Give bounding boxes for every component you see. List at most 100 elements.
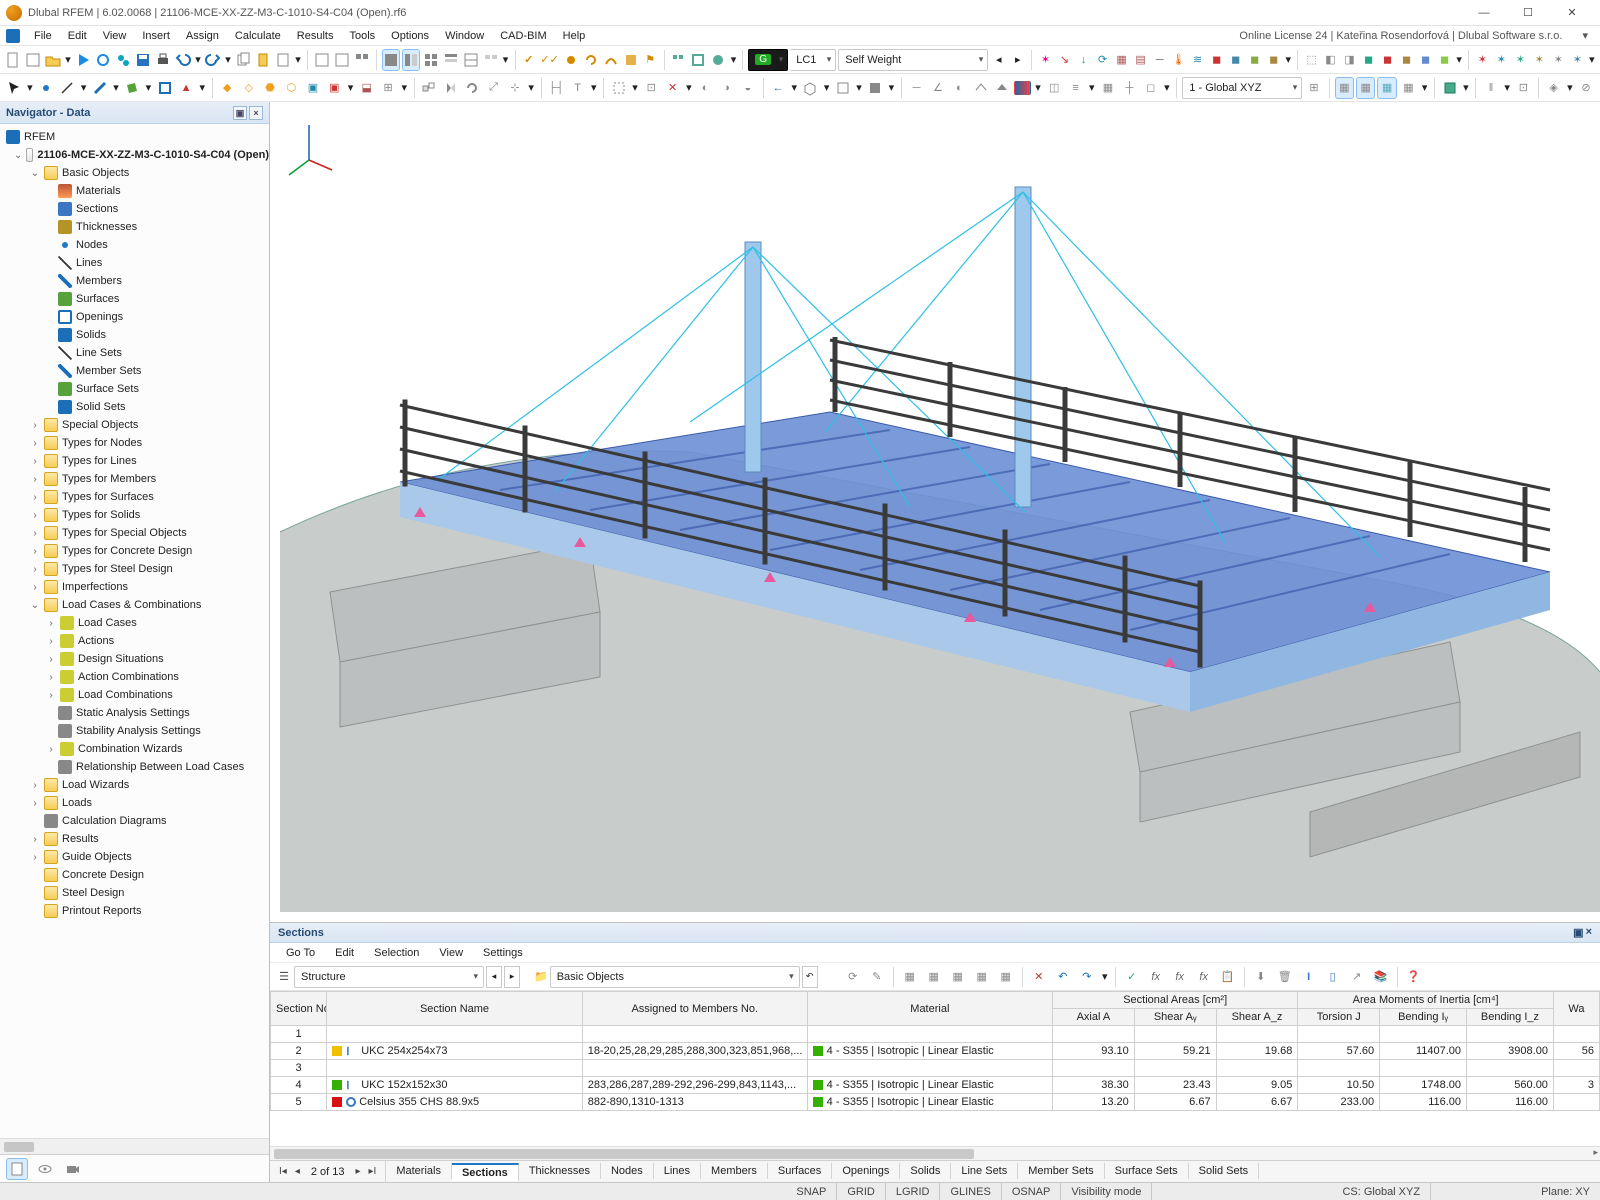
special-8-icon[interactable]: ⊞ bbox=[378, 77, 397, 99]
tree-file[interactable]: ⌄21106-MCE-XX-ZZ-M3-C-1010-S4-C04 (Open) bbox=[0, 146, 269, 164]
bt-help-icon[interactable]: ❓ bbox=[1403, 966, 1425, 988]
workplane3-icon[interactable]: ▦ bbox=[1377, 77, 1396, 99]
select-box-icon[interactable] bbox=[609, 77, 628, 99]
member-tool-icon[interactable] bbox=[90, 77, 109, 99]
tree-lc2[interactable]: ›Actions bbox=[0, 632, 269, 650]
tool-sq2-icon[interactable]: ◼ bbox=[1227, 49, 1244, 71]
bt-clip-icon[interactable]: 📋 bbox=[1217, 966, 1239, 988]
tab-member-sets[interactable]: Member Sets bbox=[1018, 1163, 1104, 1179]
gear-blue-icon[interactable] bbox=[94, 49, 112, 71]
col-name[interactable]: Section Name bbox=[327, 992, 583, 1026]
maximize-button[interactable]: ☐ bbox=[1506, 0, 1550, 26]
vis-drop-icon[interactable]: ▾ bbox=[1503, 77, 1512, 99]
member-drop-icon[interactable]: ▾ bbox=[112, 77, 121, 99]
tree-membersets[interactable]: Member Sets bbox=[0, 362, 269, 380]
menu-tools[interactable]: Tools bbox=[343, 28, 381, 44]
addon-grid3-icon[interactable] bbox=[709, 49, 727, 71]
bt-trash-icon[interactable]: 🗑 bbox=[1274, 966, 1296, 988]
cube-drop-icon[interactable]: ▾ bbox=[822, 77, 831, 99]
save-icon[interactable] bbox=[134, 49, 152, 71]
misc-tool-icon[interactable]: ⊡ bbox=[1514, 77, 1533, 99]
tree-types-surfaces[interactable]: ›Types for Surfaces bbox=[0, 488, 269, 506]
view-c3-icon[interactable]: ◼ bbox=[1398, 49, 1415, 71]
tree-steel[interactable]: Steel Design bbox=[0, 884, 269, 902]
page-prev-icon[interactable]: ◂ bbox=[292, 1166, 303, 1177]
col-A[interactable]: Axial A bbox=[1053, 1009, 1135, 1026]
line-tool-icon[interactable] bbox=[58, 77, 77, 99]
tab-sections[interactable]: Sections bbox=[452, 1163, 519, 1181]
tab-line-sets[interactable]: Line Sets bbox=[951, 1163, 1018, 1179]
tree-concrete[interactable]: Concrete Design bbox=[0, 866, 269, 884]
tree-thicknesses[interactable]: Thicknesses bbox=[0, 218, 269, 236]
bt-fx2-icon[interactable]: fх bbox=[1169, 966, 1191, 988]
grid-toggle-icon[interactable]: ▦ bbox=[1098, 77, 1117, 99]
cs-dropdown[interactable]: 1 - Global XYZ bbox=[1182, 77, 1302, 99]
minimize-button[interactable]: — bbox=[1462, 0, 1506, 26]
menu-help[interactable]: Help bbox=[557, 28, 592, 44]
print-icon[interactable] bbox=[154, 49, 172, 71]
table-row[interactable]: 3 bbox=[271, 1060, 1600, 1077]
col-J[interactable]: Torsion J bbox=[1298, 1009, 1380, 1026]
ortho-drop-icon[interactable]: ▾ bbox=[1162, 77, 1171, 99]
tab-thicknesses[interactable]: Thicknesses bbox=[519, 1163, 601, 1179]
crumb-prev-icon[interactable]: ◂ bbox=[486, 966, 502, 988]
surface-drop-icon[interactable]: ▾ bbox=[144, 77, 153, 99]
back-arrow-icon[interactable]: ← bbox=[768, 77, 787, 99]
wire-drop-icon[interactable]: ▾ bbox=[855, 77, 864, 99]
iso-drop-icon[interactable]: ▾ bbox=[1565, 77, 1574, 99]
redo-drop-icon[interactable]: ▾ bbox=[224, 49, 232, 71]
navigator-scrollbar[interactable] bbox=[0, 1138, 269, 1154]
panel-view-icon[interactable] bbox=[462, 49, 480, 71]
view-c2-icon[interactable]: ◼ bbox=[1379, 49, 1396, 71]
tool-sq4-icon[interactable]: ◼ bbox=[1265, 49, 1282, 71]
tool-star-icon[interactable]: ✶ bbox=[1037, 49, 1054, 71]
undo-icon[interactable] bbox=[174, 49, 192, 71]
table-row[interactable]: 4ⅠUKC 152x152x30283,286,287,289-292,296-… bbox=[271, 1077, 1600, 1094]
special-obj5-icon[interactable]: ▣ bbox=[303, 77, 322, 99]
tool-wind-icon[interactable]: ≋ bbox=[1189, 49, 1206, 71]
loadcase-type-dropdown[interactable]: G bbox=[748, 49, 788, 71]
bottom-close-icon[interactable]: × bbox=[1586, 926, 1592, 939]
panel-tile-icon[interactable] bbox=[482, 49, 500, 71]
new-file-icon[interactable] bbox=[4, 49, 22, 71]
tree-lc9[interactable]: Relationship Between Load Cases bbox=[0, 758, 269, 776]
layer-drop-icon[interactable]: ▾ bbox=[1087, 77, 1096, 99]
workplane4-icon[interactable]: ▦ bbox=[1399, 77, 1418, 99]
cursor-icon[interactable] bbox=[4, 77, 23, 99]
workplane2-icon[interactable]: ▦ bbox=[1356, 77, 1375, 99]
menu-results[interactable]: Results bbox=[291, 28, 340, 44]
modify-drop-icon[interactable]: ▾ bbox=[527, 77, 536, 99]
gears-icon[interactable] bbox=[114, 49, 132, 71]
tool-force-icon[interactable]: ↓ bbox=[1075, 49, 1092, 71]
axes3-icon[interactable]: ✶ bbox=[1512, 49, 1529, 71]
bp-menu-settings[interactable]: Settings bbox=[475, 946, 531, 960]
snap-iso1-icon[interactable] bbox=[971, 77, 990, 99]
tree-solidsets[interactable]: Solid Sets bbox=[0, 398, 269, 416]
divide-icon[interactable]: ⊹ bbox=[505, 77, 524, 99]
bt-fx-icon[interactable]: fx bbox=[1145, 966, 1167, 988]
tree-surfacesets[interactable]: Surface Sets bbox=[0, 380, 269, 398]
axes6-icon[interactable]: ✶ bbox=[1569, 49, 1586, 71]
tree-basic-objects[interactable]: ⌄Basic Objects bbox=[0, 164, 269, 182]
navigator-close-icon[interactable]: × bbox=[249, 106, 263, 120]
tree-types-special[interactable]: ›Types for Special Objects bbox=[0, 524, 269, 542]
nav-tab-eye-icon[interactable] bbox=[34, 1158, 56, 1180]
back-drop-icon[interactable]: ▾ bbox=[790, 77, 799, 99]
cube-view-icon[interactable] bbox=[801, 77, 820, 99]
special-obj3-icon[interactable]: ⬣ bbox=[260, 77, 279, 99]
col-Iy[interactable]: Bending Iᵧ bbox=[1380, 1009, 1467, 1026]
status-osnap[interactable]: OSNAP bbox=[1002, 1183, 1062, 1200]
node-tool-icon[interactable] bbox=[36, 77, 55, 99]
close-button[interactable]: ✕ bbox=[1550, 0, 1594, 26]
menu-calculate[interactable]: Calculate bbox=[229, 28, 287, 44]
bt-del-icon[interactable]: ✕ bbox=[1028, 966, 1050, 988]
view-geo-icon[interactable]: ⬚ bbox=[1303, 49, 1320, 71]
tree-lc6[interactable]: Static Analysis Settings bbox=[0, 704, 269, 722]
script-dropdown-icon[interactable]: ▾ bbox=[294, 49, 302, 71]
menu-edit[interactable]: Edit bbox=[62, 28, 93, 44]
cursor-drop-icon[interactable]: ▾ bbox=[25, 77, 34, 99]
vis-toggle-icon[interactable]: ‖ bbox=[1481, 77, 1500, 99]
panel-table-icon[interactable] bbox=[442, 49, 460, 71]
axes-toggle-icon[interactable]: ┼ bbox=[1120, 77, 1139, 99]
workplane1-icon[interactable]: ▦ bbox=[1335, 77, 1354, 99]
